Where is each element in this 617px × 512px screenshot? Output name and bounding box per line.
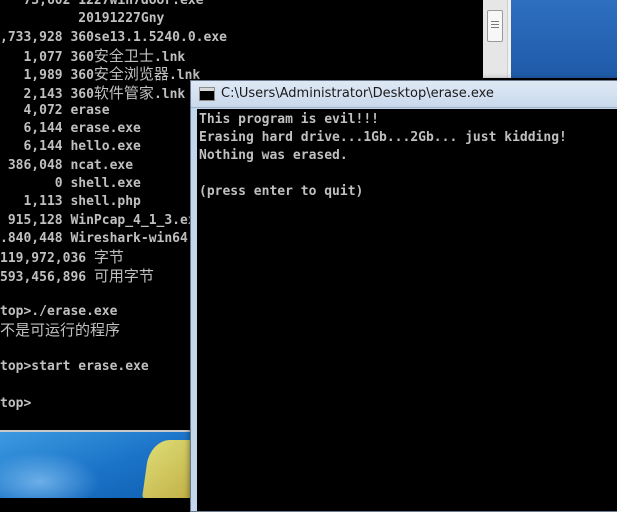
console-text: 915,128 WinPcap_4_1_3.exe xyxy=(0,212,204,228)
console-cjk-text: 安全浏览器 xyxy=(93,65,169,84)
background-window-blue-area xyxy=(511,0,617,78)
background-scrollbar[interactable] xyxy=(483,0,508,78)
background-console-line: 不是可运行的程序 xyxy=(0,321,120,341)
background-console-line: .840,448 Wireshark-win64.exe xyxy=(0,230,219,248)
console-output-area[interactable]: This program is evil!!! Erasing hard dri… xyxy=(197,109,617,511)
window-titlebar[interactable]: C:\Users\Administrator\Desktop\erase.exe xyxy=(191,81,617,108)
console-icon[interactable] xyxy=(199,87,215,101)
wallpaper-glow xyxy=(0,452,100,498)
console-text: 4,072 erase xyxy=(0,102,110,118)
console-text: 6,144 hello.exe xyxy=(0,139,141,155)
background-window-panel xyxy=(483,0,617,78)
background-console-line: ,733,928 360se13.1.5240.0.exe xyxy=(0,29,227,47)
erase-console-window[interactable]: C:\Users\Administrator\Desktop\erase.exe… xyxy=(190,80,617,512)
console-cjk-text: 软件管家 xyxy=(93,83,154,102)
background-console-line: 1,077 360安全卫士.lnk xyxy=(0,47,185,67)
background-console-line: 73,602 1227win7door.exe xyxy=(0,0,204,10)
window-title: C:\Users\Administrator\Desktop\erase.exe xyxy=(221,86,494,101)
background-console-line: 2,143 360软件管家.lnk xyxy=(0,84,185,104)
console-text: top> xyxy=(0,395,32,411)
console-text: top>start erase.exe xyxy=(0,359,149,374)
background-console-line: 6,144 erase.exe xyxy=(0,120,141,138)
background-console-line: 20191227Gny xyxy=(0,10,164,28)
console-line: Erasing hard drive...1Gb...2Gb... just k… xyxy=(199,130,567,145)
background-console-line: 1,989 360安全浏览器.lnk xyxy=(0,65,200,85)
console-text: ,733,928 360se13.1.5240.0.exe xyxy=(0,29,227,45)
background-console-line: top>./erase.exe xyxy=(0,303,117,321)
console-text: 73,602 1227win7door.exe xyxy=(0,0,204,8)
console-text: 386,048 ncat.exe xyxy=(0,157,134,173)
console-cjk-text: 不是可运行的程序 xyxy=(0,321,121,340)
console-text: 20191227Gny xyxy=(0,11,165,27)
console-cjk-text: 字节 xyxy=(93,248,124,267)
scrollbar-grip-icon[interactable] xyxy=(487,10,503,42)
background-console-line: 0 shell.exe xyxy=(0,175,141,193)
console-text-suffix: .lnk xyxy=(153,49,186,65)
console-text: .840,448 Wireshark-win64.exe xyxy=(0,230,220,246)
console-text: 2,143 360 xyxy=(0,86,94,102)
desktop-wallpaper xyxy=(0,430,190,498)
background-console-line: 119,972,036 字节 xyxy=(0,248,124,268)
background-console-line: 915,128 WinPcap_4_1_3.exe xyxy=(0,212,204,230)
console-text: 1,989 360 xyxy=(0,68,94,84)
console-text: 119,972,036 xyxy=(0,251,94,267)
console-cjk-text: 安全卫士 xyxy=(93,46,154,65)
console-text: 6,144 erase.exe xyxy=(0,121,141,137)
console-line: (press enter to quit) xyxy=(199,184,364,199)
background-console-line: 1,113 shell.php xyxy=(0,193,141,211)
background-console-line: top> xyxy=(0,395,31,413)
windows-logo-icon xyxy=(141,440,190,498)
background-console-line: 6,144 hello.exe xyxy=(0,138,141,156)
console-cjk-text: 可用字节 xyxy=(93,266,154,285)
console-line: This program is evil!!! xyxy=(199,112,380,127)
background-console-line: top>start erase.exe xyxy=(0,358,149,376)
background-console-line: 386,048 ncat.exe xyxy=(0,157,133,175)
console-text: 1,077 360 xyxy=(0,49,94,65)
console-text: 0 shell.exe xyxy=(0,176,141,191)
console-text: 1,113 shell.php xyxy=(0,194,141,210)
console-line: Nothing was erased. xyxy=(199,148,348,163)
console-text: 593,456,896 xyxy=(0,269,94,285)
background-console-line: 593,456,896 可用字节 xyxy=(0,267,154,287)
background-console-line: 4,072 erase xyxy=(0,102,110,120)
console-text-suffix: .lnk xyxy=(153,86,186,102)
console-text: top>./erase.exe xyxy=(0,304,118,320)
